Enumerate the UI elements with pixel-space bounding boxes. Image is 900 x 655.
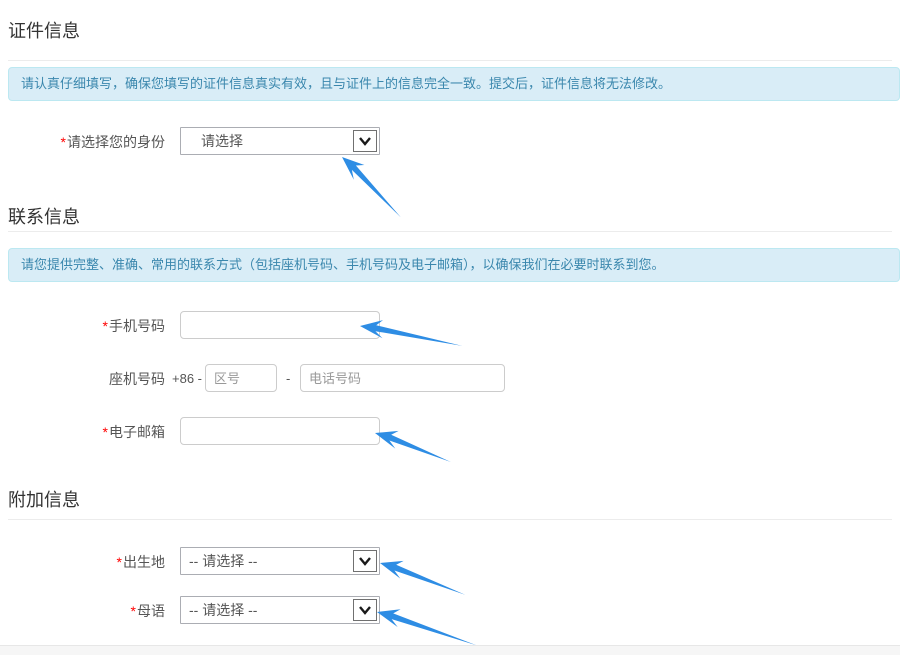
identity-select-value: 请选择	[181, 128, 379, 154]
section-divider	[8, 231, 892, 232]
birthplace-label: *出生地	[0, 554, 165, 570]
chevron-down-icon[interactable]	[353, 130, 377, 152]
landline-label: 座机号码	[0, 371, 165, 387]
section-title-additional: 附加信息	[8, 490, 80, 510]
birthplace-select[interactable]: -- 请选择 --	[180, 547, 380, 575]
section-title-contact: 联系信息	[8, 207, 80, 227]
landline-separator: -	[286, 371, 290, 387]
credential-notice-banner: 请认真仔细填写，确保您填写的证件信息真实有效，且与证件上的信息完全一致。提交后，…	[8, 67, 900, 101]
chevron-down-icon[interactable]	[353, 599, 377, 621]
birthplace-select-value: -- 请选择 --	[181, 548, 379, 574]
country-code-prefix: +86 -	[172, 371, 202, 387]
section-title-credential: 证件信息	[8, 21, 80, 41]
required-asterisk: *	[117, 554, 122, 570]
section-divider	[8, 60, 892, 61]
native-language-select-value: -- 请选择 --	[181, 597, 379, 623]
required-asterisk: *	[131, 603, 136, 619]
annotation-arrow-icon	[371, 423, 458, 471]
registration-form-page: 证件信息 请认真仔细填写，确保您填写的证件信息真实有效，且与证件上的信息完全一致…	[0, 0, 900, 655]
phone-number-input[interactable]	[300, 364, 505, 392]
area-code-input[interactable]	[205, 364, 277, 392]
email-label: *电子邮箱	[0, 424, 165, 440]
email-input[interactable]	[180, 417, 380, 445]
native-language-label: *母语	[0, 603, 165, 619]
chevron-down-icon[interactable]	[353, 550, 377, 572]
annotation-arrow-icon	[332, 150, 413, 226]
required-asterisk: *	[103, 318, 108, 334]
footer-divider	[0, 645, 900, 655]
identity-select[interactable]: 请选择	[180, 127, 380, 155]
identity-label: *请选择您的身份	[0, 134, 165, 150]
annotation-arrow-icon	[376, 553, 472, 604]
section-divider	[8, 519, 892, 520]
native-language-select[interactable]: -- 请选择 --	[180, 596, 380, 624]
required-asterisk: *	[103, 424, 108, 440]
required-asterisk: *	[61, 134, 66, 150]
contact-notice-banner: 请您提供完整、准确、常用的联系方式（包括座机号码、手机号码及电子邮箱），以确保我…	[8, 248, 900, 282]
mobile-input[interactable]	[180, 311, 380, 339]
mobile-label: *手机号码	[0, 318, 165, 334]
